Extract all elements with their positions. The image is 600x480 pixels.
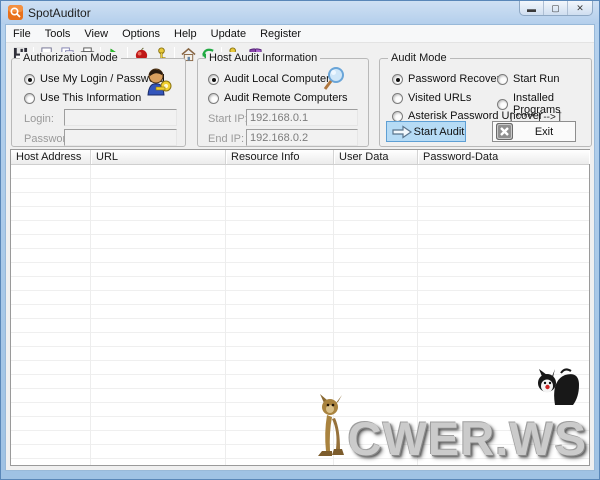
column-header-password-data[interactable]: Password-Data xyxy=(418,150,589,164)
radio-label: Audit Remote Computers xyxy=(224,92,348,104)
start-ip-label: Start IP: xyxy=(208,113,248,125)
column-header-host-address[interactable]: Host Address xyxy=(11,150,91,164)
maximize-button[interactable]: ▢ xyxy=(544,1,568,16)
radio-label: Start Run xyxy=(513,73,559,85)
window-controls: ▬ ▢ ✕ xyxy=(519,1,593,16)
group-title: Audit Mode xyxy=(388,52,450,64)
column-header-url[interactable]: URL xyxy=(91,150,226,164)
start-audit-button[interactable]: Start Audit xyxy=(386,121,466,142)
menu-bar: File Tools View Options Help Update Regi… xyxy=(6,25,594,43)
radio-visited-urls[interactable]: Visited URLs xyxy=(392,92,471,104)
group-title: Authorization Mode xyxy=(20,52,121,64)
minimize-button[interactable]: ▬ xyxy=(520,1,544,16)
column-divider xyxy=(90,165,91,465)
exit-label: Exit xyxy=(513,126,575,138)
radio-icon[interactable] xyxy=(208,74,219,85)
group-title: Host Audit Information xyxy=(206,52,320,64)
cwer-watermark: CWER.WS xyxy=(310,393,587,459)
authorization-mode-group: Authorization Mode Use My Login / Passwo… xyxy=(11,58,186,147)
watermark-text: CWER.WS xyxy=(348,419,587,459)
radio-icon[interactable] xyxy=(208,93,219,104)
radio-label: Use This Information xyxy=(40,92,141,104)
window-title: SpotAuditor xyxy=(28,6,91,20)
radio-label: Visited URLs xyxy=(408,92,471,104)
results-table: Host Address URL Resource Info User Data… xyxy=(10,149,590,466)
menu-help[interactable]: Help xyxy=(167,26,204,42)
radio-icon[interactable] xyxy=(392,74,403,85)
host-audit-group: Host Audit Information Audit Local Compu… xyxy=(197,58,369,147)
titlebar[interactable]: SpotAuditor xyxy=(1,1,599,24)
start-audit-label: Start Audit xyxy=(413,126,465,138)
exit-x-icon xyxy=(496,123,513,140)
radio-icon[interactable] xyxy=(497,74,508,85)
user-key-icon xyxy=(142,67,174,97)
app-icon xyxy=(8,5,23,20)
login-input[interactable] xyxy=(64,109,177,126)
exit-button[interactable]: Exit xyxy=(492,121,576,142)
radio-icon[interactable] xyxy=(497,99,508,110)
client-area: File Tools View Options Help Update Regi… xyxy=(5,24,595,471)
menu-tools[interactable]: Tools xyxy=(38,26,78,42)
radio-audit-remote[interactable]: Audit Remote Computers xyxy=(208,92,348,104)
radio-icon[interactable] xyxy=(392,93,403,104)
end-ip-input[interactable] xyxy=(246,129,358,146)
password-input[interactable] xyxy=(64,129,177,146)
audit-mode-group: Audit Mode Password Recovery Start Run V… xyxy=(379,58,592,147)
radio-use-this-information[interactable]: Use This Information xyxy=(24,92,141,104)
table-header: Host Address URL Resource Info User Data… xyxy=(11,150,589,165)
radio-label: Password Recovery xyxy=(408,73,506,85)
table-body[interactable]: CWER.WS xyxy=(11,165,589,465)
radio-icon[interactable] xyxy=(392,111,403,122)
menu-options[interactable]: Options xyxy=(115,26,167,42)
radio-icon[interactable] xyxy=(24,93,35,104)
menu-register[interactable]: Register xyxy=(253,26,308,42)
radio-icon[interactable] xyxy=(24,74,35,85)
menu-view[interactable]: View xyxy=(77,26,115,42)
spotauditor-window: SpotAuditor ▬ ▢ ✕ File Tools View Option… xyxy=(0,0,600,480)
start-audit-arrow-icon xyxy=(391,125,413,139)
column-divider xyxy=(225,165,226,465)
menu-file[interactable]: File xyxy=(6,26,38,42)
radio-audit-local[interactable]: Audit Local Computer xyxy=(208,73,330,85)
column-header-user-data[interactable]: User Data xyxy=(334,150,418,164)
end-ip-label: End IP: xyxy=(208,133,244,145)
column-header-resource-info[interactable]: Resource Info xyxy=(226,150,334,164)
cat-graphic xyxy=(525,367,581,407)
magnifier-icon xyxy=(320,65,348,93)
radio-label: Audit Local Computer xyxy=(224,73,330,85)
login-label: Login: xyxy=(24,113,54,125)
start-ip-input[interactable] xyxy=(246,109,358,126)
radio-start-run[interactable]: Start Run xyxy=(497,73,559,85)
close-button[interactable]: ✕ xyxy=(568,1,592,16)
menu-update[interactable]: Update xyxy=(204,26,253,42)
radio-password-recovery[interactable]: Password Recovery xyxy=(392,73,506,85)
